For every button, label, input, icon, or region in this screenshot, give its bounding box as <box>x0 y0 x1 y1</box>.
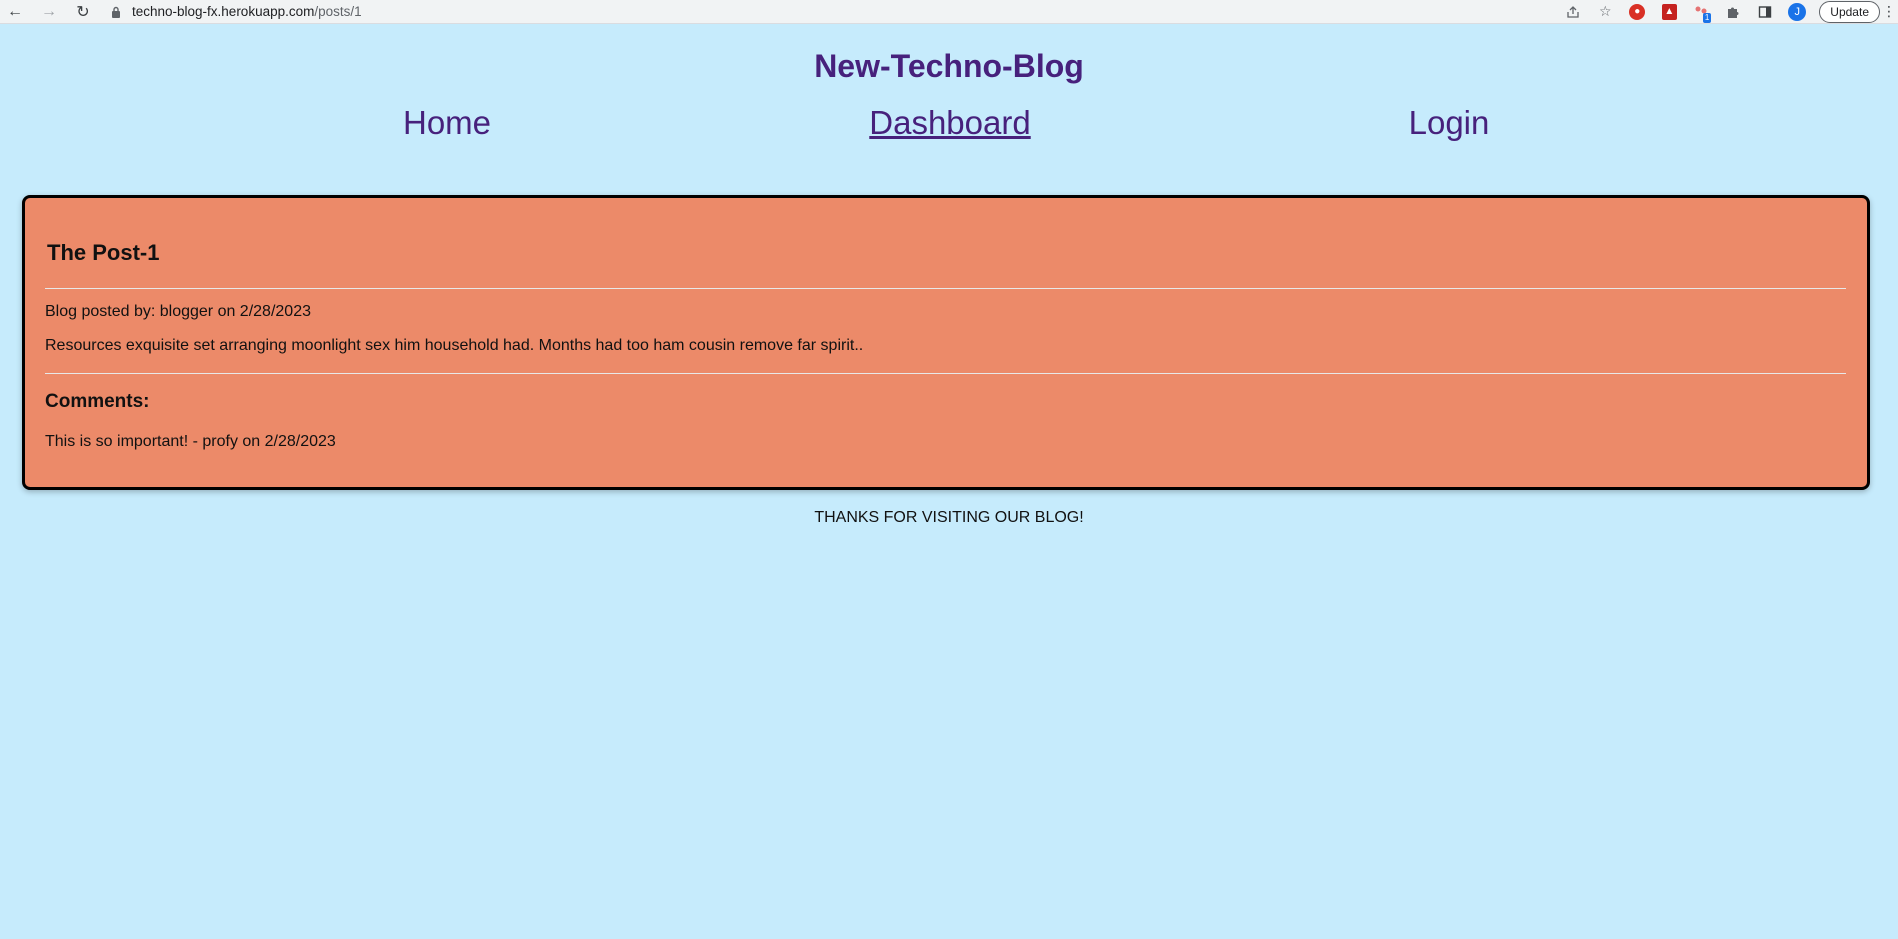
site-title: New-Techno-Blog <box>814 48 1084 84</box>
divider <box>45 288 1846 289</box>
extension-badge: 1 <box>1702 12 1712 23</box>
lock-icon[interactable] <box>108 6 124 18</box>
sidebar-icon[interactable] <box>1749 1 1781 23</box>
star-icon[interactable]: ☆ <box>1589 1 1621 23</box>
comment-item: This is so important! - profy on 2/28/20… <box>45 433 336 450</box>
nav-home-link[interactable]: Home <box>403 104 491 142</box>
footer-text: THANKS FOR VISITING OUR BLOG! <box>814 509 1084 526</box>
address-bar[interactable]: techno-blog-fx.herokuapp.com/posts/1 <box>108 1 1550 22</box>
main-nav: Home Dashboard Login <box>0 104 1898 148</box>
divider <box>45 373 1846 374</box>
back-arrow-icon[interactable]: ← <box>4 1 26 23</box>
url-path: /posts/1 <box>314 4 362 19</box>
update-button[interactable]: Update <box>1819 0 1880 23</box>
url-host: techno-blog-fx.herokuapp.com <box>132 4 315 19</box>
post-card: The Post-1 Blog posted by: blogger on 2/… <box>22 195 1870 490</box>
pdf-icon[interactable]: ▲ <box>1653 1 1685 23</box>
reload-icon[interactable]: ↻ <box>72 1 94 23</box>
share-icon[interactable] <box>1557 1 1589 23</box>
post-body: Resources exquisite set arranging moonli… <box>45 337 864 354</box>
kebab-menu-icon[interactable]: ⋮ <box>1882 3 1896 20</box>
extension-badge-icon[interactable]: 1 <box>1685 1 1717 23</box>
post-meta: Blog posted by: blogger on 2/28/2023 <box>45 303 311 320</box>
nav-login-link[interactable]: Login <box>1409 104 1490 142</box>
forward-arrow-icon[interactable]: → <box>38 1 60 23</box>
avatar: J <box>1788 2 1807 21</box>
browser-toolbar: ← → ↻ techno-blog-fx.herokuapp.com/posts… <box>0 0 1898 24</box>
nav-dashboard-link[interactable]: Dashboard <box>869 104 1030 142</box>
extension-icon[interactable]: ● <box>1621 1 1653 23</box>
puzzle-icon[interactable] <box>1717 1 1749 23</box>
comments-heading: Comments: <box>45 391 150 412</box>
toolbar-icons: ☆ ● ▲ 1 J Update ⋮ <box>1557 0 1896 23</box>
profile-avatar[interactable]: J <box>1781 1 1813 23</box>
post-title: The Post-1 <box>47 240 160 265</box>
